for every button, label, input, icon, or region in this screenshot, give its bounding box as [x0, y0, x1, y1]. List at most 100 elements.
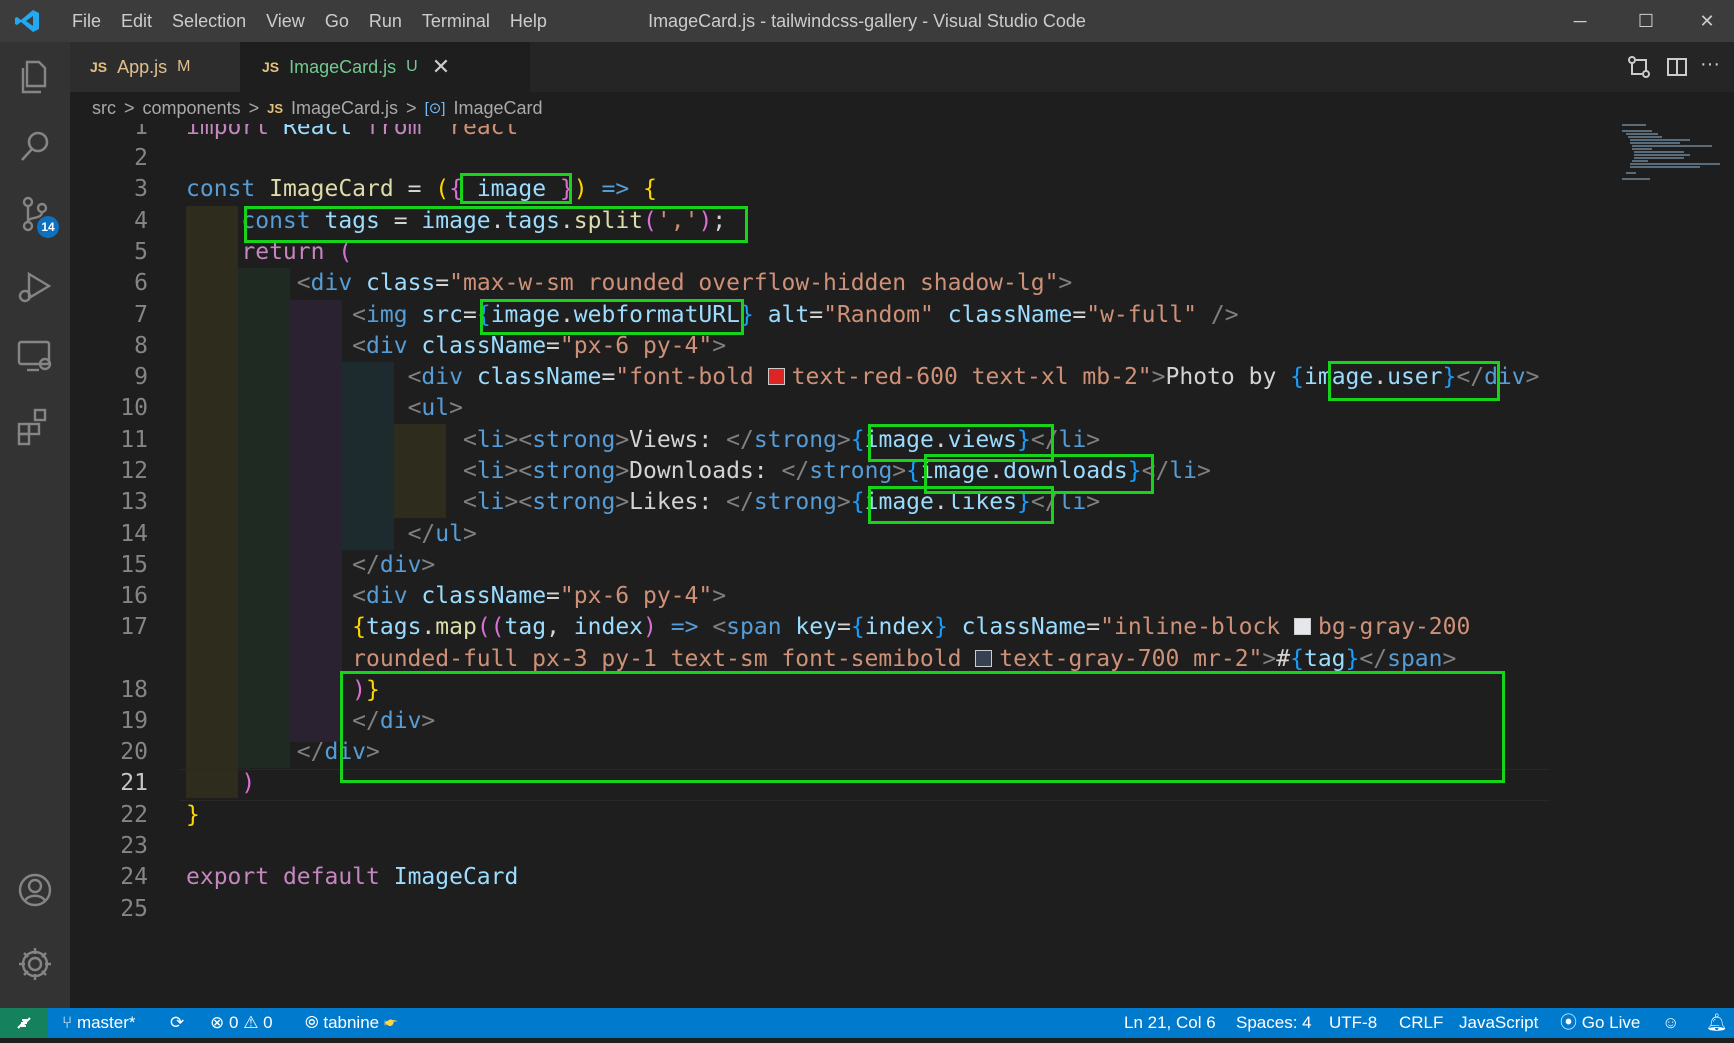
line-number: 16: [120, 583, 148, 609]
more-actions-icon[interactable]: ···: [1700, 52, 1730, 82]
color-swatch[interactable]: [975, 650, 993, 667]
sync-icon[interactable]: ⟳: [170, 1008, 184, 1038]
accounts-icon[interactable]: [13, 868, 57, 912]
line-number: 24: [120, 864, 148, 890]
language-mode[interactable]: JavaScript: [1459, 1008, 1538, 1038]
go-live-label: Go Live: [1581, 1013, 1641, 1032]
line-number: 7: [134, 302, 148, 328]
code-line: rounded-full px-3 py-1 text-sm font-semi…: [352, 646, 1457, 672]
line-number: 2: [134, 145, 148, 171]
warning-count: 0: [263, 1013, 273, 1032]
tab-git-status: M: [177, 58, 191, 75]
broadcast-icon: ⦿: [1560, 1013, 1582, 1032]
highlight-box: [868, 486, 1054, 524]
tab-bar: JS App.js M JS ImageCard.js U ✕: [70, 42, 1734, 92]
close-tab-icon[interactable]: ✕: [432, 54, 450, 80]
menu-selection[interactable]: Selection: [162, 0, 256, 42]
go-live[interactable]: ⦿ Go Live: [1560, 1008, 1640, 1038]
open-changes-icon[interactable]: [1624, 52, 1654, 82]
error-count: 0: [228, 1013, 239, 1032]
line-number-active: 21: [120, 770, 148, 796]
color-swatch[interactable]: [767, 368, 785, 385]
code-line: <div className="px-6 py-4">: [352, 333, 727, 359]
hand-pointer-icon: ☛: [383, 1013, 398, 1032]
breadcrumb-file[interactable]: ImageCard.js: [291, 98, 398, 119]
end-of-line[interactable]: CRLF: [1399, 1008, 1443, 1038]
source-control-icon[interactable]: 14: [13, 192, 59, 238]
explorer-icon[interactable]: [13, 54, 57, 98]
breadcrumb-separator: >: [406, 97, 417, 118]
line-number: 11: [120, 427, 148, 453]
problems-indicator[interactable]: ⊗ 0 ⚠ 0: [210, 1008, 273, 1038]
title-bar: File Edit Selection View Go Run Terminal…: [0, 0, 1734, 42]
menu-view[interactable]: View: [256, 0, 315, 42]
line-number: 1: [134, 124, 148, 140]
highlight-box: [340, 671, 1505, 783]
highlight-box: [1328, 361, 1500, 401]
line-number: 17: [120, 614, 148, 640]
breadcrumb-components[interactable]: components: [143, 98, 241, 119]
line-number: 6: [134, 270, 148, 296]
code-line: <div className="px-6 py-4">: [352, 583, 727, 609]
code-line: import React from 'react': [186, 124, 533, 140]
manage-gear-icon[interactable]: [13, 942, 57, 986]
code-line: </ul>: [407, 521, 477, 547]
tabnine-status[interactable]: ⦾ tabnine ☛: [305, 1008, 397, 1038]
menu-run[interactable]: Run: [359, 0, 412, 42]
code-line: const ImageCard = ({ image }) => {: [186, 176, 657, 202]
tabnine-label: tabnine: [323, 1013, 380, 1032]
git-branch[interactable]: ⑂ master*: [62, 1008, 136, 1038]
run-debug-icon[interactable]: [13, 264, 57, 308]
code-editor[interactable]: 1 2 3 4 5 6 7 8 9 10 11 12 13 14 15 16 1…: [70, 124, 1610, 1008]
vscode-logo-icon: [15, 10, 39, 32]
encoding[interactable]: UTF-8: [1329, 1008, 1377, 1038]
color-swatch[interactable]: [1294, 618, 1312, 635]
tab-imagecard-js[interactable]: JS ImageCard.js U ✕: [240, 42, 530, 92]
line-number: 4: [134, 208, 148, 234]
extensions-icon[interactable]: [13, 404, 57, 448]
js-file-icon: JS: [90, 59, 108, 75]
highlight-box: [480, 299, 744, 335]
activity-bar: 14: [0, 42, 70, 1008]
tab-app-js[interactable]: JS App.js M: [70, 42, 240, 92]
remote-icon: [17, 1017, 31, 1029]
close-window-button[interactable]: ✕: [1680, 0, 1734, 42]
maximize-button[interactable]: ☐: [1614, 0, 1678, 42]
minimize-button[interactable]: ─: [1548, 0, 1612, 42]
breadcrumb-symbol[interactable]: ImageCard: [453, 98, 542, 119]
line-number: 18: [120, 677, 148, 703]
line-number: 12: [120, 458, 148, 484]
minimap[interactable]: [1610, 124, 1724, 264]
remote-indicator[interactable]: [0, 1008, 48, 1038]
vertical-scrollbar[interactable]: [1724, 124, 1734, 1008]
line-number: 23: [120, 833, 148, 859]
menu-go[interactable]: Go: [315, 0, 359, 42]
js-file-icon: JS: [267, 100, 283, 116]
breadcrumb-src[interactable]: src: [92, 98, 116, 119]
menu-help[interactable]: Help: [500, 0, 557, 42]
line-number: 5: [134, 239, 148, 265]
code-line: export default ImageCard: [186, 864, 519, 890]
highlight-box: [460, 173, 572, 204]
menu-file[interactable]: File: [62, 0, 111, 42]
search-icon[interactable]: [13, 124, 57, 168]
menu-edit[interactable]: Edit: [111, 0, 162, 42]
tab-git-status: U: [406, 58, 418, 75]
line-number: 14: [120, 521, 148, 547]
remote-explorer-icon[interactable]: [13, 334, 57, 378]
cursor-position[interactable]: Ln 21, Col 6: [1124, 1008, 1216, 1038]
error-icon: ⊗: [210, 1013, 225, 1032]
menu-terminal[interactable]: Terminal: [412, 0, 500, 42]
line-number: 19: [120, 708, 148, 734]
symbol-icon: [⊙]: [424, 100, 446, 117]
indentation[interactable]: Spaces: 4: [1236, 1008, 1312, 1038]
breadcrumb-separator: >: [124, 97, 135, 118]
line-number: 15: [120, 552, 148, 578]
scm-badge: 14: [37, 216, 59, 238]
line-number: 10: [120, 395, 148, 421]
feedback-icon[interactable]: ☺: [1662, 1008, 1679, 1038]
code-line: <div class="max-w-sm rounded overflow-hi…: [296, 270, 1073, 296]
split-editor-icon[interactable]: [1662, 52, 1692, 82]
code-line: {tags.map((tag, index) => <span key={ind…: [352, 614, 1471, 640]
notifications-bell-icon[interactable]: 🔔︎: [1706, 1008, 1728, 1038]
